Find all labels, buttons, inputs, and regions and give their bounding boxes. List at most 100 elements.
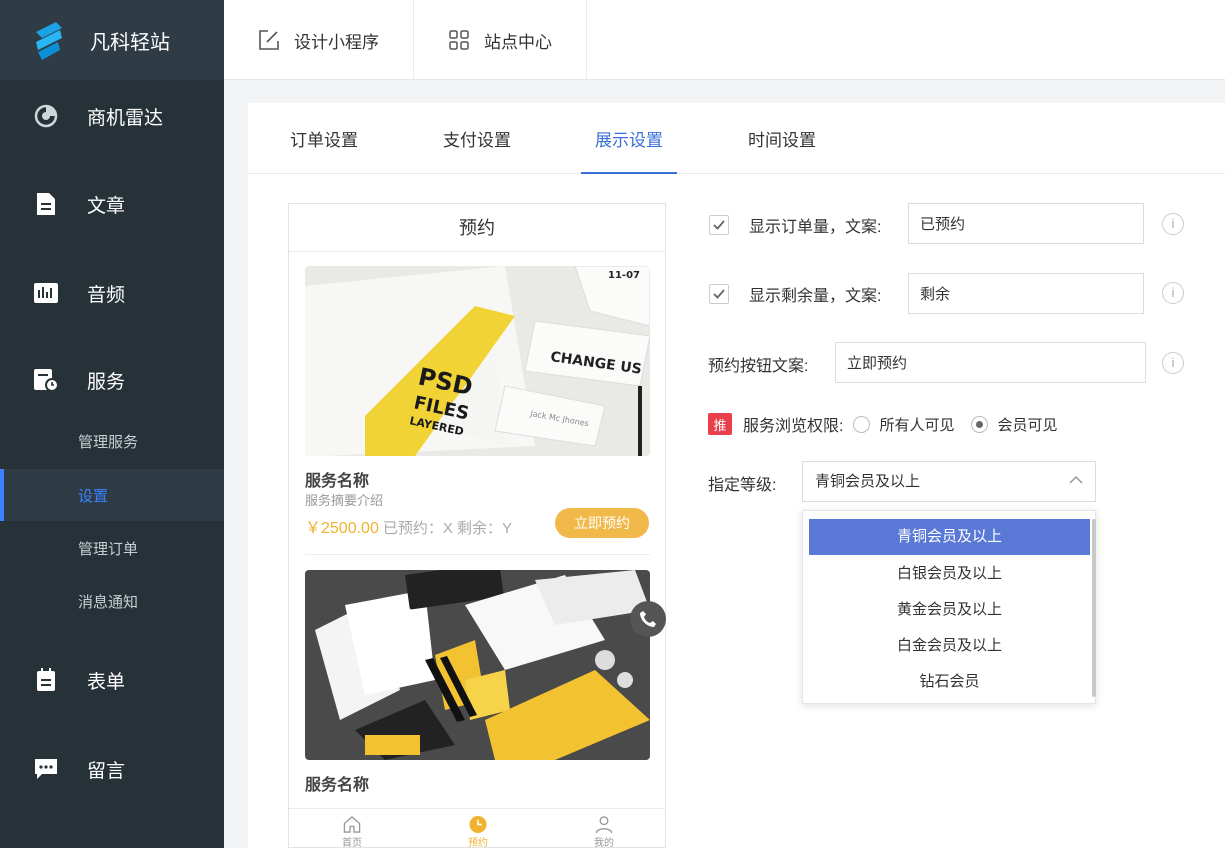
level-option-bronze[interactable]: 青铜会员及以上	[809, 519, 1090, 555]
level-option-platinum[interactable]: 白金会员及以上	[809, 628, 1090, 664]
tab-label: 我的	[594, 838, 614, 848]
form-icon	[33, 667, 59, 693]
sidebar-item-label: 商机雷达	[87, 107, 164, 129]
level-option-silver[interactable]: 白银会员及以上	[809, 556, 1090, 592]
dropdown-scrollbar[interactable]	[1092, 519, 1096, 697]
preview-tab-home[interactable]: 首页	[289, 809, 415, 848]
info-icon[interactable]: i	[1162, 213, 1184, 235]
level-option-gold[interactable]: 黄金会员及以上	[809, 592, 1090, 628]
show-remaining-label: 显示剩余量，文案:	[749, 288, 882, 305]
sidebar-item-label: 音频	[87, 284, 126, 306]
radio-everyone[interactable]	[853, 415, 871, 433]
radio-label: 所有人可见	[879, 416, 955, 434]
preview-tab-booking[interactable]: 预约	[415, 809, 541, 848]
sidebar-item-label: 服务	[87, 371, 126, 393]
show-order-count-checkbox[interactable]	[709, 215, 729, 235]
visibility-option-everyone[interactable]: 所有人可见	[853, 414, 954, 435]
sidebar-subitem-notifications[interactable]: 消息通知	[0, 575, 224, 627]
article-icon	[33, 191, 59, 217]
book-button-text-input[interactable]	[835, 342, 1146, 383]
tab-display-settings[interactable]: 展示设置	[581, 103, 677, 174]
top-bar: 设计小程序 站点中心	[224, 0, 1225, 80]
phone-preview: 预约 PSD FILES LAYERED CHANGE US Jack Mc J…	[288, 203, 666, 848]
sub-item-label: 管理服务	[78, 433, 139, 451]
show-remaining-row: 显示剩余量，文案:	[709, 282, 881, 306]
sidebar-item-label: 留言	[87, 760, 126, 782]
level-select[interactable]: 青铜会员及以上	[802, 461, 1096, 502]
tab-payment-settings[interactable]: 支付设置	[427, 103, 527, 174]
preview-title: 预约	[289, 204, 665, 252]
info-icon[interactable]: i	[1162, 282, 1184, 304]
remaining-text-input[interactable]	[908, 273, 1144, 314]
radar-icon	[33, 103, 59, 129]
sidebar-item-label: 文章	[87, 195, 126, 217]
top-tab-design-miniprogram[interactable]: 设计小程序	[224, 0, 414, 80]
level-option-diamond[interactable]: 钻石会员	[809, 664, 1090, 700]
top-tab-label: 设计小程序	[294, 32, 379, 52]
service-name-1: 服务名称	[305, 473, 370, 490]
tab-order-settings[interactable]: 订单设置	[274, 103, 374, 174]
book-now-button[interactable]: 立即预约	[555, 508, 649, 538]
service-name-2: 服务名称	[305, 777, 370, 794]
sidebar-item-message[interactable]: 留言	[0, 749, 224, 789]
level-dropdown: 青铜会员及以上 白银会员及以上 黄金会员及以上 白金会员及以上 钻石会员	[802, 510, 1096, 704]
visibility-label: 服务浏览权限:	[743, 418, 844, 435]
price-row: ￥2500.00 已预约：X 剩余：Y	[305, 514, 512, 538]
book-button-text-label: 预约按钮文案:	[708, 358, 809, 375]
chevron-up-icon	[1069, 475, 1083, 484]
preview-tab-bar: 首页 预约 我的	[289, 808, 665, 848]
service-icon	[33, 367, 59, 393]
grid-icon	[449, 30, 469, 50]
visibility-option-members[interactable]: 会员可见	[971, 414, 1057, 435]
preview-tab-mine[interactable]: 我的	[541, 809, 665, 848]
checkmark-icon	[713, 289, 725, 299]
show-order-count-row: 显示订单量，文案:	[709, 213, 881, 237]
sidebar-subitem-manage-orders[interactable]: 管理订单	[0, 522, 224, 574]
level-label: 指定等级:	[708, 477, 777, 494]
top-tab-label: 站点中心	[484, 32, 552, 52]
sidebar-item-audio[interactable]: 音频	[0, 273, 224, 313]
level-selected-value: 青铜会员及以上	[815, 473, 921, 490]
tab-label: 首页	[342, 838, 362, 848]
show-remaining-checkbox[interactable]	[709, 284, 729, 304]
date-text: 11-07	[608, 270, 640, 281]
service-price: ￥2500.00	[305, 520, 379, 537]
clock-icon	[469, 815, 487, 834]
service-desc-1: 服务摘要介绍	[305, 493, 384, 508]
brand-name: 凡科轻站	[90, 31, 170, 54]
sidebar-item-radar[interactable]: 商机雷达	[0, 96, 224, 136]
sidebar-subitem-manage-services[interactable]: 管理服务	[0, 415, 224, 467]
user-icon	[595, 816, 613, 834]
sidebar-item-label: 表单	[87, 671, 126, 693]
phone-icon	[640, 611, 656, 627]
edit-icon	[259, 30, 279, 50]
sub-item-label: 管理订单	[78, 540, 139, 558]
book-button-text-row: 预约按钮文案:	[708, 352, 808, 376]
info-icon[interactable]: i	[1162, 352, 1184, 374]
service-image-2	[305, 570, 650, 760]
tab-label: 预约	[468, 838, 488, 848]
brand-logo-icon	[36, 22, 62, 60]
recommend-badge: 推	[708, 413, 732, 435]
brand[interactable]: 凡科轻站	[0, 0, 224, 80]
sidebar-subitem-settings[interactable]: 设置	[0, 469, 224, 521]
sidebar-item-form[interactable]: 表单	[0, 660, 224, 700]
message-icon	[33, 756, 59, 782]
audio-icon	[33, 280, 59, 306]
radio-label: 会员可见	[997, 416, 1058, 434]
home-icon	[343, 816, 361, 833]
top-tab-site-center[interactable]: 站点中心	[414, 0, 587, 80]
level-row: 指定等级:	[708, 471, 776, 495]
phone-call-button[interactable]	[630, 601, 666, 637]
tab-time-settings[interactable]: 时间设置	[732, 103, 832, 174]
visibility-row: 推 服务浏览权限: 所有人可见 会员可见	[708, 412, 1057, 436]
radio-members[interactable]	[971, 415, 989, 433]
card-divider	[305, 554, 650, 555]
order-count-text-input[interactable]	[908, 203, 1144, 244]
sidebar-item-service[interactable]: 服务	[0, 360, 224, 400]
sidebar: 凡科轻站 商机雷达 文章 音频 服务 管理服务 设置 管理订单 消息通知 表单	[0, 0, 224, 848]
sub-item-label: 设置	[78, 487, 109, 505]
sidebar-item-article[interactable]: 文章	[0, 184, 224, 224]
show-order-count-label: 显示订单量，文案:	[749, 219, 882, 236]
service-stock: 已预约：X 剩余：Y	[382, 520, 513, 537]
